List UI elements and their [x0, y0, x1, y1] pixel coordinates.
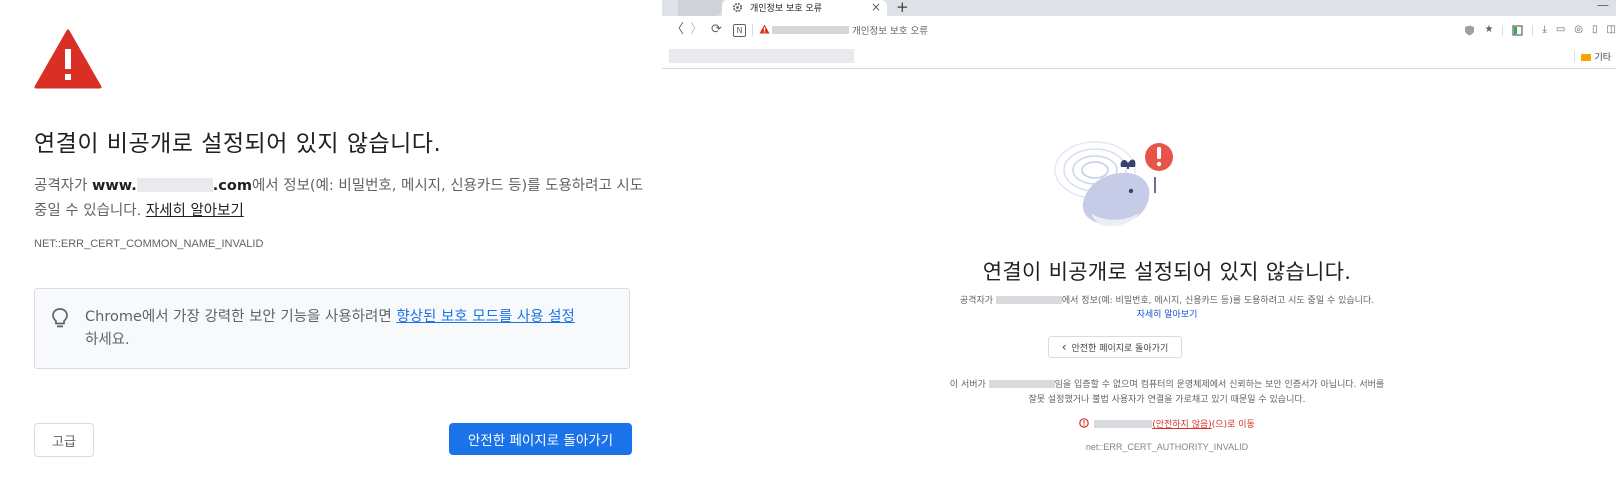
error-description: 공격자가 www. .com에서 정보(예: 비밀번호, 메시지, 신용카드 등)…	[34, 174, 654, 224]
desc-text-rest: 에서 정보(예: 비밀번호, 메시지, 신용카드 등)를 도용하려고 시도 중일…	[1061, 296, 1375, 306]
certificate-info-text: 이 서버가 임을 입증할 수 없으며 컴퓨터의 운영체제에서 신뢰하는 보안 인…	[662, 377, 1616, 390]
bookmark-divider	[1574, 51, 1575, 62]
proceed-unsafe-row: (안전하지 않음)(으)로 이동	[662, 417, 1616, 430]
whale-warning-illustration	[1054, 141, 1173, 227]
chevron-left-icon: ‹	[1061, 340, 1067, 354]
toolbar-actions: ★ ⤓ ▭ ◎ ▯ ◫	[1464, 23, 1616, 37]
proceed-unsafe-link[interactable]: (안전하지 않음)	[1152, 420, 1212, 430]
learn-more-link[interactable]: 자세히 알아보기	[662, 307, 1616, 320]
reload-icon[interactable]: ⟳	[711, 22, 722, 38]
desc-text: 공격자가	[959, 296, 996, 306]
capture-icon[interactable]: ◎	[1574, 24, 1583, 36]
error-code: net::ERR_CERT_AUTHORITY_INVALID	[1085, 442, 1249, 452]
page-title: 연결이 비공개로 설정되어 있지 않습니다.	[982, 260, 1352, 284]
protect-text-post: 하세요.	[85, 332, 130, 348]
redacted-domain	[995, 296, 1062, 304]
advanced-button[interactable]: 고급	[34, 423, 94, 457]
tab-privacy-error[interactable]: 개인정보 보호 오류 ×	[722, 0, 887, 16]
forward-arrow-icon[interactable]: 〉	[690, 22, 703, 38]
naver-n-icon[interactable]: N	[733, 24, 746, 37]
redacted-bookmarks	[669, 49, 854, 63]
folder-icon	[1581, 54, 1592, 61]
redacted-domain	[988, 380, 1055, 388]
redacted-url	[772, 26, 849, 34]
info-text-post: 임을 입증할 수 없으며 컴퓨터의 운영체제에서 신뢰하는 보안 인증서가 아닙…	[1054, 380, 1385, 390]
desc-text: 공격자가	[34, 178, 92, 194]
back-to-safety-button[interactable]: ‹ 안전한 페이지로 돌아가기	[1048, 336, 1182, 358]
gear-warning-icon	[732, 2, 743, 13]
new-tab-button[interactable]: +	[896, 0, 909, 16]
error-description: 공격자가 에서 정보(예: 비밀번호, 메시지, 신용카드 등)를 도용하려고 …	[662, 293, 1616, 306]
folder-label: 기타	[1594, 53, 1611, 63]
back-arrow-icon[interactable]: 〈	[671, 22, 684, 38]
tab-strip-decoration	[678, 0, 722, 16]
domain-prefix: www.	[91, 178, 137, 194]
cast-icon[interactable]: ▭	[1556, 24, 1565, 36]
tab-close-icon[interactable]: ×	[871, 0, 881, 14]
enhanced-protection-box: Chrome에서 가장 강력한 보안 기능을 사용하려면 향상된 보호 모드를 …	[34, 288, 630, 369]
proceed-suffix: (으)로 이동	[1211, 420, 1255, 430]
toolbar-divider	[1502, 24, 1504, 36]
warning-triangle-icon	[34, 29, 102, 89]
toolbar-divider	[1532, 24, 1534, 36]
tab-strip: 개인정보 보호 오류 × + —	[662, 0, 1616, 16]
tab-title: 개인정보 보호 오류	[750, 4, 822, 14]
address-bar-text[interactable]: 개인정보 보호 오류	[852, 23, 928, 37]
download-icon[interactable]: ⤓	[1542, 24, 1546, 36]
window-minimize-button[interactable]: —	[1597, 0, 1609, 12]
sidebar-icon[interactable]	[1512, 24, 1524, 36]
lightbulb-icon	[52, 308, 68, 328]
back-button-label: 안전한 페이지로 돌아가기	[1071, 343, 1169, 354]
browser-toolbar: 〈 〉 ⟳ N 개인정보 보호 오류 ★ ⤓ ▭ ◎ ▯ ◫	[662, 16, 1616, 46]
star-icon[interactable]: ★	[1484, 24, 1493, 36]
redacted-domain	[136, 178, 213, 192]
whale-shield-icon[interactable]	[1464, 25, 1475, 36]
enhanced-protection-text: Chrome에서 가장 강력한 보안 기능을 사용하려면 향상된 보호 모드를 …	[85, 306, 620, 352]
tab-icon[interactable]: ▯	[1592, 24, 1598, 36]
not-secure-warning-icon[interactable]	[759, 24, 770, 34]
whale-browser-window: 개인정보 보호 오류 × + — 〈 〉 ⟳ N 개인정보 보호 오류 ★ ⤓ …	[662, 0, 1616, 500]
learn-more-link[interactable]: 자세히 알아보기	[146, 203, 244, 219]
info-text-pre: 이 서버가	[949, 380, 989, 390]
address-divider	[752, 24, 753, 36]
protect-text-pre: Chrome에서 가장 강력한 보안 기능을 사용하려면	[85, 309, 397, 325]
alert-circle-icon	[1079, 418, 1090, 428]
domain-suffix: .com	[212, 178, 252, 194]
page-title: 연결이 비공개로 설정되어 있지 않습니다.	[34, 131, 442, 157]
enable-enhanced-protection-link[interactable]: 향상된 보호 모드를 사용 설정	[396, 309, 575, 325]
bookmark-bar: 기타	[662, 46, 1616, 69]
back-to-safety-button[interactable]: 안전한 페이지로 돌아가기	[449, 423, 632, 455]
split-icon[interactable]: ◫	[1607, 24, 1616, 36]
redacted-domain	[1094, 420, 1153, 428]
chrome-privacy-error-page: 연결이 비공개로 설정되어 있지 않습니다. 공격자가 www. .com에서 정…	[0, 0, 672, 500]
error-code: NET::ERR_CERT_COMMON_NAME_INVALID	[34, 238, 264, 250]
other-bookmarks-folder[interactable]: 기타	[1581, 50, 1611, 63]
certificate-info-text-line2: 잘못 설정했거나 불법 사용자가 연결을 가로채고 있기 때문일 수 있습니다.	[1028, 395, 1306, 405]
